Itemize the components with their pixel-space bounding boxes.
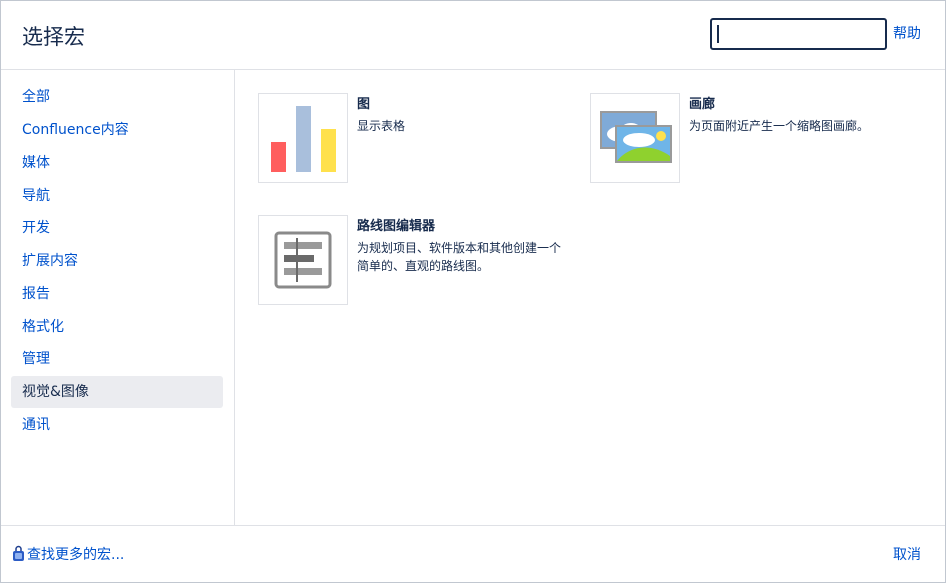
category-all[interactable]: 全部 (11, 81, 223, 113)
category-navigation[interactable]: 导航 (11, 180, 223, 212)
category-external-content[interactable]: 扩展内容 (11, 245, 223, 277)
macro-description: 显示表格 (357, 119, 406, 133)
macro-gallery[interactable]: 画廊 为页面附近产生一个缩略图画廊。 (590, 93, 910, 185)
dialog-footer: 查找更多的宏... 取消 (1, 525, 945, 584)
category-communication[interactable]: 通讯 (11, 409, 223, 441)
category-media[interactable]: 媒体 (11, 147, 223, 179)
text-caret (717, 25, 719, 43)
category-formatting[interactable]: 格式化 (11, 311, 223, 343)
category-admin[interactable]: 管理 (11, 343, 223, 375)
macro-list: 图 显示表格 画廊 为页面附近产生一个缩略图画廊。 路线图编辑器 为规划项目、软… (236, 70, 945, 525)
macro-description: 为页面附近产生一个缩略图画廊。 (689, 119, 870, 133)
macro-roadmap-planner[interactable]: 路线图编辑器 为规划项目、软件版本和其他创建一个简单的、直观的路线图。 (258, 215, 578, 307)
cancel-button[interactable]: 取消 (893, 545, 921, 565)
category-reporting[interactable]: 报告 (11, 278, 223, 310)
macro-chart[interactable]: 图 显示表格 (258, 93, 578, 185)
roadmap-icon (274, 231, 332, 289)
category-development[interactable]: 开发 (11, 212, 223, 244)
macro-browser-dialog: 选择宏 帮助 全部 Confluence内容 媒体 导航 开发 扩展内容 报告 … (0, 0, 946, 583)
gallery-icon (600, 111, 672, 163)
dialog-header: 选择宏 帮助 (1, 1, 945, 70)
macro-search-input[interactable] (710, 18, 887, 50)
bar-chart-icon (271, 106, 336, 172)
find-more-macros-label: 查找更多的宏... (27, 547, 125, 563)
help-link[interactable]: 帮助 (893, 24, 921, 44)
category-visuals-images[interactable]: 视觉&图像 (11, 376, 223, 408)
category-confluence-content[interactable]: Confluence内容 (11, 114, 223, 146)
dialog-title: 选择宏 (22, 25, 85, 49)
macro-thumbnail (590, 93, 680, 183)
macro-description: 为规划项目、软件版本和其他创建一个简单的、直观的路线图。 (357, 241, 562, 273)
macro-name: 图 (357, 97, 371, 112)
macro-thumbnail (258, 93, 348, 183)
macro-name: 路线图编辑器 (357, 219, 436, 234)
find-more-macros-link[interactable]: 查找更多的宏... (12, 545, 124, 565)
category-sidebar: 全部 Confluence内容 媒体 导航 开发 扩展内容 报告 格式化 管理 … (1, 70, 235, 525)
macro-name: 画廊 (689, 97, 716, 112)
macro-thumbnail (258, 215, 348, 305)
marketplace-bag-icon (13, 545, 24, 561)
